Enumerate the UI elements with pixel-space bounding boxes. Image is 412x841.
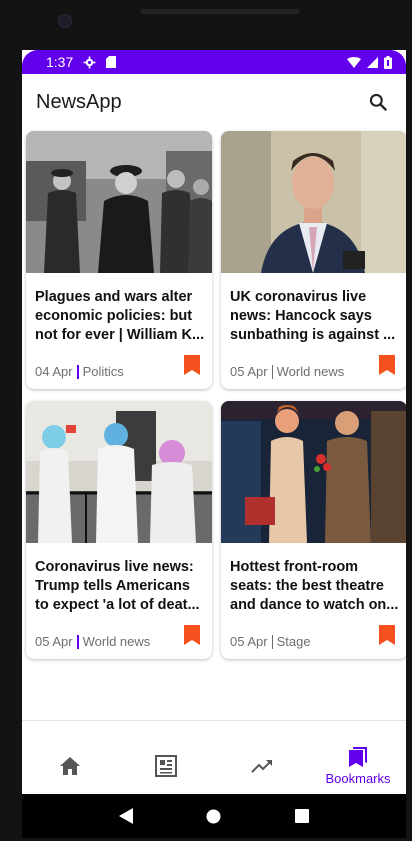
trending-icon [251, 760, 272, 773]
article-title: UK coronavirus live news: Hancock says s… [230, 289, 396, 343]
nav-home[interactable] [22, 738, 118, 794]
camera [58, 14, 72, 28]
meta-divider [271, 634, 273, 649]
search-button[interactable] [358, 82, 398, 122]
recents-icon[interactable] [295, 809, 310, 823]
meta-divider [76, 634, 79, 649]
article-title: Hottest front-room seats: the best theat… [230, 559, 399, 613]
article-category: Politics [82, 364, 124, 379]
device-bezel-top [0, 0, 412, 50]
nav-headlines[interactable] [118, 738, 214, 794]
article-card[interactable]: Plagues and wars alter economic policies… [26, 131, 212, 389]
app-title: NewsApp [36, 90, 122, 113]
back-icon[interactable] [118, 808, 133, 824]
meta-divider [76, 364, 79, 379]
wifi-icon [347, 56, 361, 68]
grid-divider [22, 720, 406, 721]
article-category: Stage [276, 634, 311, 649]
app-bar: NewsApp [22, 74, 406, 130]
article-card[interactable]: Coronavirus live news: Trump tells Ameri… [26, 401, 212, 659]
signal-icon [367, 56, 378, 68]
sd-card-icon [106, 56, 117, 68]
article-card[interactable]: Hottest front-room seats: the best theat… [221, 401, 406, 659]
newspaper-icon [155, 755, 177, 777]
search-icon [369, 93, 387, 111]
article-meta: 05 Apr World news [230, 364, 344, 379]
bookmarks-icon [349, 746, 367, 767]
nav-trending[interactable] [214, 738, 310, 794]
phone-screen: 1:37 NewsApp Plagues and wars alter econ… [22, 50, 406, 838]
article-meta: 05 Apr Stage [230, 634, 311, 649]
article-date: 05 Apr [230, 634, 268, 649]
home-icon [60, 757, 80, 775]
article-image [221, 131, 406, 273]
article-image [26, 401, 212, 543]
nav-label-bookmarks: Bookmarks [325, 770, 391, 786]
article-title: Plagues and wars alter economic policies… [35, 289, 205, 343]
article-category: World news [276, 364, 345, 379]
status-bar: 1:37 [22, 50, 406, 74]
bookmark-icon[interactable] [184, 625, 200, 645]
battery-icon [384, 55, 392, 69]
settings-icon [83, 56, 96, 68]
device-bezel-left [0, 0, 22, 841]
bottom-navigation: Bookmarks [22, 738, 406, 794]
article-image [221, 401, 406, 543]
device-bezel-right [406, 0, 412, 841]
home-circle-icon[interactable] [206, 809, 221, 824]
article-date: 04 Apr [35, 364, 73, 379]
article-category: World news [82, 634, 151, 649]
speaker [140, 9, 300, 14]
article-meta: 05 Apr World news [35, 634, 150, 649]
article-image [26, 131, 212, 273]
system-navigation-bar [22, 794, 406, 838]
bookmark-icon[interactable] [379, 355, 395, 375]
article-date: 05 Apr [35, 634, 73, 649]
bookmark-icon[interactable] [379, 625, 395, 645]
status-time: 1:37 [46, 54, 74, 70]
meta-divider [271, 364, 273, 379]
article-meta: 04 Apr Politics [35, 364, 124, 379]
article-date: 05 Apr [230, 364, 268, 379]
article-title: Coronavirus live news: Trump tells Ameri… [35, 559, 200, 613]
nav-bookmarks[interactable]: Bookmarks [310, 738, 406, 794]
article-card[interactable]: UK coronavirus live news: Hancock says s… [221, 131, 406, 389]
bookmark-icon[interactable] [184, 355, 200, 375]
